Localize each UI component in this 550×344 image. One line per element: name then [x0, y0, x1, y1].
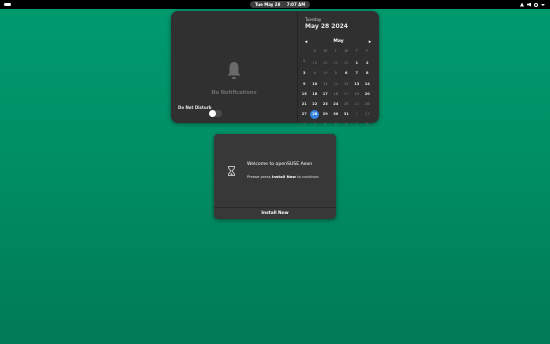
install-now-button[interactable]: Install Now	[214, 208, 336, 219]
calendar-day[interactable]: 11	[320, 79, 331, 89]
calendar-day[interactable]: 6	[341, 68, 352, 78]
weekday-header: T	[355, 49, 358, 53]
calendar-day[interactable]: 14	[362, 79, 373, 89]
clock-button[interactable]: Tue May 28 7:07 AM	[250, 1, 311, 8]
calendar-day[interactable]: 4	[320, 119, 331, 129]
next-month-button[interactable]: ▸	[367, 39, 373, 45]
calendar-day[interactable]: 29	[320, 109, 331, 119]
weekday-header: S	[303, 59, 306, 64]
week-number: 18	[312, 61, 318, 66]
calendar-day[interactable]: 23	[320, 99, 331, 109]
welcome-body-prefix: Please press	[247, 174, 272, 179]
calendar-day[interactable]: 4	[310, 68, 321, 78]
hourglass-icon	[228, 166, 235, 176]
welcome-title: Welcome to openSUSE Aeon	[247, 162, 313, 167]
calendar-day[interactable]: 8	[362, 119, 373, 129]
calendar-day[interactable]: 22	[310, 99, 321, 109]
calendar-day[interactable]: 19	[352, 89, 363, 99]
calendar-pane: Tuesday May 28 2024 ◂ May ▸ S M T W T F S 18 28 2…	[298, 11, 379, 126]
week-number-header	[299, 48, 310, 58]
clock-date: Tue May 28	[255, 2, 281, 7]
calendar-day[interactable]: 2	[362, 58, 373, 68]
calendar-day[interactable]: 30	[331, 109, 342, 119]
calendar-day[interactable]: 27	[299, 109, 310, 119]
calendar-day[interactable]: 3	[310, 119, 321, 129]
calendar-day[interactable]: 6	[341, 119, 352, 129]
weekday-header: F	[366, 49, 369, 53]
no-notifications-label: No Notifications	[211, 90, 257, 96]
calendar-day[interactable]: 8	[362, 68, 373, 78]
calendar-day[interactable]: 3	[299, 68, 310, 78]
calendar-day[interactable]: 28	[320, 58, 331, 68]
calendar-weekday[interactable]: Tuesday	[305, 17, 321, 22]
calendar-day[interactable]: 13	[352, 79, 363, 89]
clock-time: 7:07 AM	[286, 2, 306, 7]
calendar-day[interactable]: 24	[331, 99, 342, 109]
calendar-day[interactable]: 20	[362, 89, 373, 99]
top-bar: Tue May 28 7:07 AM	[0, 0, 550, 9]
calendar-day[interactable]: 7	[352, 119, 363, 129]
network-icon	[520, 2, 524, 7]
calendar-day-today[interactable]: 28	[310, 109, 321, 120]
calendar-day[interactable]: 10	[310, 79, 321, 89]
calendar-month-nav: ◂ May ▸	[298, 38, 379, 46]
activities-indicator[interactable]	[4, 3, 11, 6]
calendar-grid: S M T W T F S 18 28 29 30 1 2 3 4 19 5 6 7 8 9 10 11 20 12 13 14 15…	[299, 48, 373, 130]
calendar-day[interactable]: 15	[299, 89, 310, 99]
calendar-day[interactable]: 2	[299, 119, 310, 129]
calendar-day[interactable]: 16	[310, 89, 321, 99]
week-number: 21	[343, 91, 349, 96]
week-number: 22	[354, 101, 360, 106]
today-day-number: 28	[310, 110, 320, 120]
calendar-full-date[interactable]: May 28 2024	[305, 23, 348, 30]
calendar-day[interactable]: 18	[331, 89, 342, 99]
weekday-header: T	[334, 49, 337, 53]
calendar-day[interactable]: 1	[352, 58, 363, 68]
welcome-dialog: Welcome to openSUSE Aeon Please press In…	[214, 134, 336, 219]
power-icon	[534, 2, 538, 7]
calendar-day[interactable]: 7	[352, 68, 363, 78]
calendar-day[interactable]: 26	[362, 99, 373, 109]
welcome-body: Please press Install Now to continue	[247, 174, 319, 179]
week-number: 19	[322, 71, 328, 76]
welcome-body-suffix: to continue	[295, 174, 319, 179]
calendar-day[interactable]: 25	[341, 99, 352, 109]
calendar-day[interactable]: 31	[341, 109, 352, 119]
calendar-day[interactable]: 1	[352, 109, 363, 119]
calendar-day[interactable]: 30	[341, 58, 352, 68]
system-menu-chevron-icon	[541, 3, 545, 6]
volume-icon	[527, 2, 531, 7]
system-status-area[interactable]	[520, 2, 545, 7]
calendar-day[interactable]: 12	[341, 79, 352, 89]
do-not-disturb-toggle[interactable]	[209, 110, 222, 117]
bell-icon	[227, 62, 241, 79]
do-not-disturb-label: Do Not Disturb	[178, 105, 212, 110]
calendar-day[interactable]: 17	[320, 89, 331, 99]
calendar-day[interactable]: 21	[299, 99, 310, 109]
week-number: 23	[364, 112, 370, 117]
toggle-knob	[209, 110, 216, 117]
weekday-header: W	[344, 49, 349, 53]
weekday-header: M	[323, 49, 327, 53]
calendar-day[interactable]: 5	[331, 119, 342, 129]
week-number: 20	[333, 81, 339, 86]
calendar-day[interactable]: 29	[331, 58, 342, 68]
welcome-body-bold: Install Now	[271, 174, 296, 179]
calendar-day[interactable]: 5	[331, 68, 342, 78]
calendar-day[interactable]: 9	[299, 79, 310, 89]
weekday-header: S	[313, 49, 316, 53]
